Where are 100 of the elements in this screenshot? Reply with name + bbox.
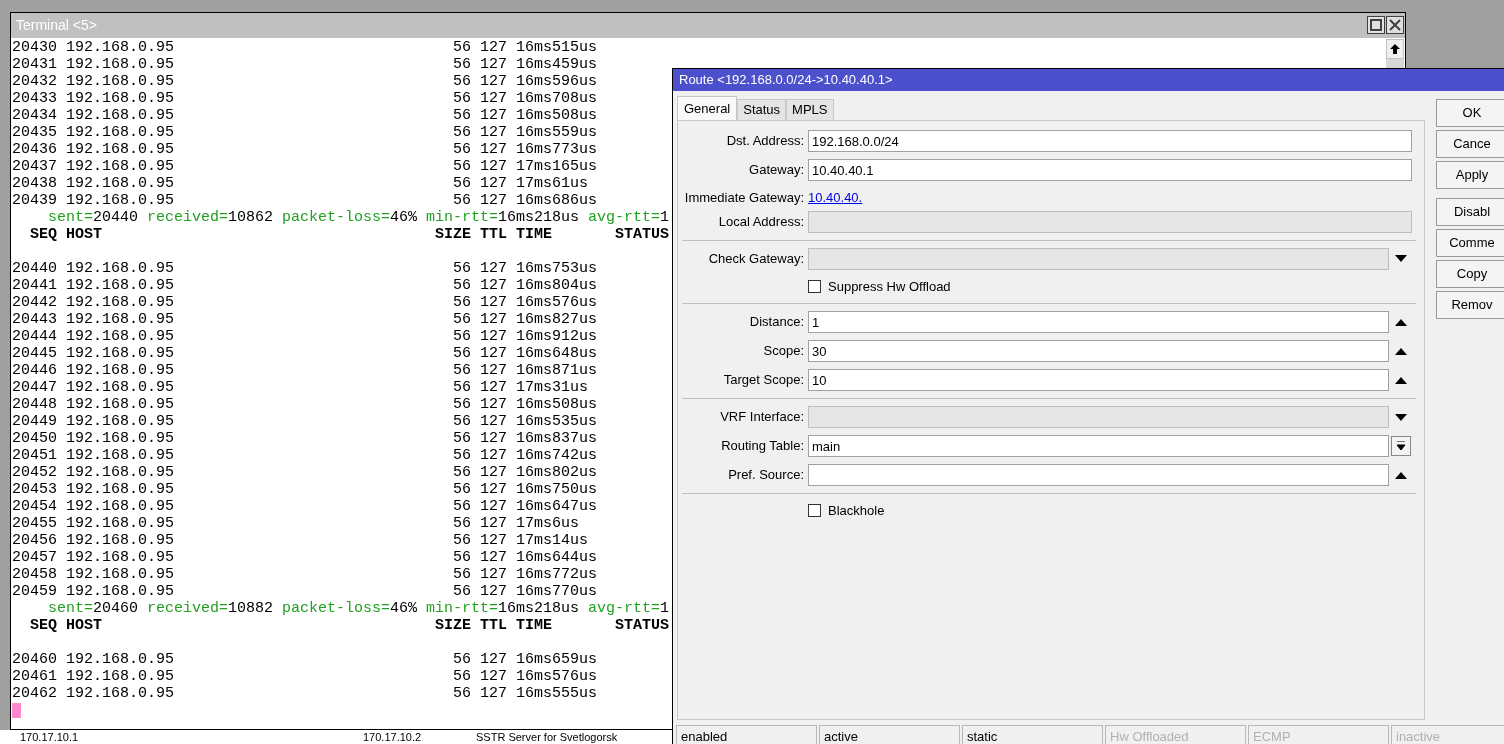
terminal-text: 127 [480,158,508,175]
terminal-text: 56 [453,311,472,328]
terminal-text: 20451 [12,447,57,464]
checkbox[interactable] [808,504,821,518]
terminal-text: 192.168.0.95 [66,158,175,175]
terminal-text: 16ms837us [516,430,598,447]
field-label: Local Address: [718,213,804,229]
stat-label: avg-rtt= [588,209,661,226]
terminal-text: 16ms648us [516,345,598,362]
terminal-text: 56 [453,175,472,192]
terminal-text: 16ms508us [516,107,598,124]
input-field[interactable]: 10.40.40.1 [808,159,1412,181]
field-label: Distance: [749,314,804,330]
up-arrow-icon[interactable] [1395,318,1407,326]
up-arrow-icon[interactable] [1395,471,1407,479]
terminal-text: 56 [453,56,472,73]
dropdown-arrow-icon[interactable] [1395,255,1407,262]
input-field[interactable]: 10 [808,369,1389,391]
terminal-text: 56 [453,549,472,566]
input-field[interactable]: 30 [808,340,1389,362]
terminal-text: 16ms576us [516,668,598,685]
text-cursor [12,703,21,718]
terminal-text: 56 [453,124,472,141]
terminal-text: 56 [453,447,472,464]
terminal-text: 127 [480,90,508,107]
stat-label: received= [147,600,229,617]
terminal-text: 127 [480,651,508,668]
stat-value: 10882 [228,600,274,617]
terminal-text: 192.168.0.95 [66,73,175,90]
gateway-link[interactable]: 10.40.40. [808,188,863,208]
dialog-button[interactable]: Cance [1436,130,1504,158]
terminal-text: 56 [453,464,472,481]
terminal-text: 20458 [12,566,57,583]
terminal-text: 127 [480,396,508,413]
terminal-text: 192.168.0.95 [66,566,175,583]
terminal-text: 56 [453,532,472,549]
terminal-text: 127 [480,566,508,583]
terminal-text: 16ms742us [516,447,598,464]
dialog-button[interactable]: Remov [1436,291,1504,319]
tab[interactable]: MPLS [786,99,834,120]
terminal-text: 192.168.0.95 [66,430,175,447]
terminal-text: 20443 [12,311,57,328]
terminal-text: 127 [480,260,508,277]
close-button[interactable] [1386,16,1404,34]
column-header: SEQ [30,226,57,243]
terminal-text: 16ms535us [516,413,598,430]
terminal-text: 16ms753us [516,260,598,277]
dialog-button[interactable]: OK [1436,99,1504,127]
terminal-text: 16ms772us [516,566,598,583]
terminal-text: 192.168.0.95 [66,90,175,107]
terminal-text: 127 [480,515,508,532]
terminal-text: 192.168.0.95 [66,515,175,532]
terminal-text: 56 [453,566,472,583]
input-field[interactable]: 192.168.0.0/24 [808,130,1412,152]
input-field[interactable]: 1 [808,311,1389,333]
dropdown-arrow-icon[interactable] [1395,413,1407,421]
terminal-text: 17ms14us [516,532,589,549]
column-header: SIZE [435,617,472,634]
terminal-text: 20441 [12,277,57,294]
terminal-text: 20433 [12,90,57,107]
checkbox[interactable] [808,279,821,293]
scroll-up-button[interactable] [1386,39,1404,59]
terminal-text: 192.168.0.95 [66,651,175,668]
maximize-button[interactable] [1367,16,1385,34]
up-arrow-icon[interactable] [1395,376,1407,384]
terminal-text: 56 [453,430,472,447]
terminal-text: 192.168.0.95 [66,481,175,498]
input-field[interactable]: main [808,435,1389,457]
terminal-text: 56 [453,668,472,685]
terminal-text: 127 [480,192,508,209]
up-arrow-icon[interactable] [1395,347,1407,355]
terminal-text: 20455 [12,515,57,532]
field-label: Scope: [763,343,804,359]
terminal-text: 56 [453,141,472,158]
tab[interactable]: Status [737,99,787,120]
terminal-text: 56 [453,413,472,430]
terminal-text: 192.168.0.95 [66,447,175,464]
terminal-text: 56 [453,345,472,362]
terminal-text: 16ms773us [516,141,598,158]
terminal-text: 20447 [12,379,57,396]
terminal-text: 127 [480,141,508,158]
terminal-text: 192.168.0.95 [66,141,175,158]
dialog-button[interactable]: Copy [1436,260,1504,288]
tab[interactable]: General [677,96,738,120]
terminal-text: 127 [480,73,508,90]
terminal-text: 16ms871us [516,362,598,379]
terminal-text: 20446 [12,362,57,379]
dialog-button[interactable]: Apply [1436,161,1504,189]
window-title: Terminal <5> [16,16,97,35]
terminal-text: 20436 [12,141,57,158]
dropdown-button[interactable] [1391,436,1411,456]
dialog-button[interactable]: Disabl [1436,198,1504,226]
input-field[interactable] [808,464,1389,486]
column-header: TTL [480,226,508,243]
close-icon [1389,19,1401,31]
dialog-button[interactable]: Comme [1436,229,1504,257]
stat-label: sent= [48,209,93,226]
terminal-text: 20454 [12,498,57,515]
terminal-text: 20452 [12,464,57,481]
terminal-text: 16ms576us [516,294,598,311]
